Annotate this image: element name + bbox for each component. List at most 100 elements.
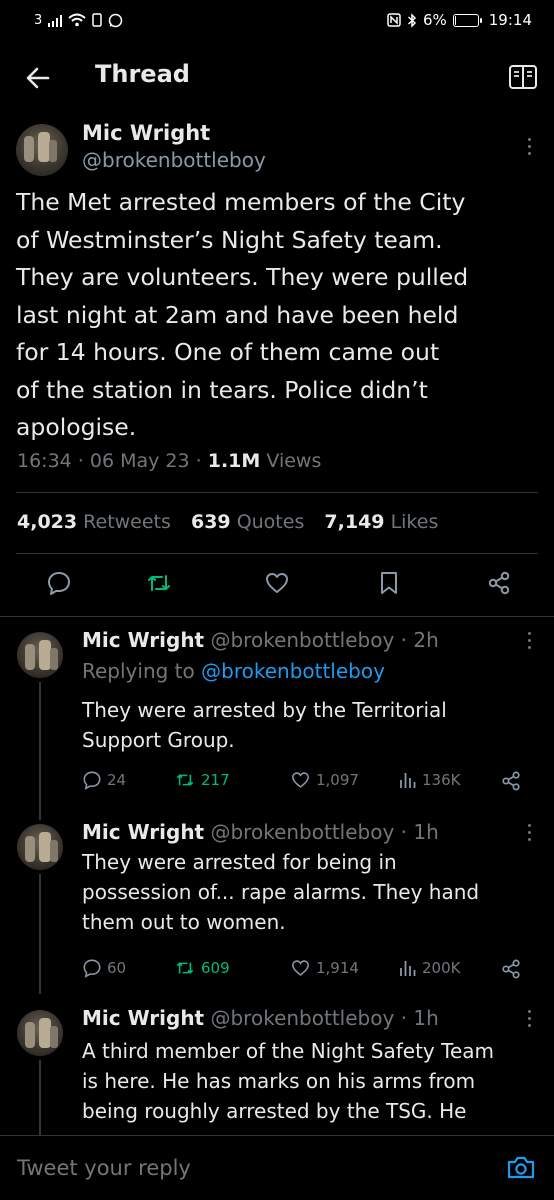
reply-text-line: is here. He has marks on his arms from <box>82 1069 476 1093</box>
quotes-count: 639 <box>190 511 231 533</box>
avatar[interactable] <box>17 824 63 870</box>
tweet-text: The Met arrested members of the City of … <box>16 184 536 447</box>
replying-to: Replying to @brokenbottleboy <box>82 659 385 683</box>
reply-text-line: They were arrested by the Territorial <box>82 698 447 722</box>
retweet-icon <box>176 962 194 974</box>
more-options-icon[interactable] <box>528 824 532 841</box>
bluetooth-icon <box>407 12 417 28</box>
retweet-action[interactable]: 217 <box>174 770 230 790</box>
replying-to-prefix: Replying to <box>82 659 195 683</box>
retweet-icon[interactable] <box>146 570 172 596</box>
whatsapp-icon <box>109 13 123 27</box>
camera-icon[interactable] <box>506 1154 536 1180</box>
status-bar: 3 6% 19:14 <box>0 0 554 40</box>
quotes-stat[interactable]: 639 Quotes <box>191 511 304 533</box>
status-bar-left: 3 <box>34 13 123 28</box>
reply-text: They were arrested by the Territorial Su… <box>82 695 532 755</box>
tweet-text-line: They are volunteers. They were pulled <box>16 263 469 291</box>
share-icon[interactable] <box>500 958 522 980</box>
reply-icon[interactable] <box>46 570 72 596</box>
thread-line <box>39 874 41 994</box>
tweet-text-line: for 14 hours. One of them came out <box>16 338 440 366</box>
reply-age: 1h <box>413 820 439 844</box>
reply-count: 60 <box>107 959 127 977</box>
page-title: Thread <box>95 60 190 88</box>
quotes-label: Quotes <box>236 511 305 533</box>
tweet-stats: 4,023 Retweets 639 Quotes 7,149 Likes <box>17 511 438 533</box>
reply-tweet[interactable]: Mic Wright @brokenbottleboy · 1h They we… <box>0 820 554 994</box>
bookmark-icon[interactable] <box>376 570 402 596</box>
retweet-count: 217 <box>201 771 230 789</box>
retweets-stat[interactable]: 4,023 Retweets <box>17 511 171 533</box>
reply-age: 1h <box>413 1006 439 1030</box>
back-arrow-icon[interactable] <box>24 64 52 92</box>
views-action[interactable]: 200K <box>399 958 460 978</box>
author-name[interactable]: Mic Wright <box>82 121 210 145</box>
sim-card-icon <box>92 13 103 27</box>
more-options-icon[interactable] <box>528 1010 532 1027</box>
reply-count: 24 <box>107 771 127 789</box>
reply-age: 2h <box>413 628 439 652</box>
reply-input[interactable]: Tweet your reply <box>17 1156 191 1180</box>
tweet-actions <box>0 570 554 600</box>
author-handle[interactable]: @brokenbottleboy <box>82 148 266 172</box>
more-options-icon[interactable] <box>528 632 532 649</box>
author-handle[interactable]: @brokenbottleboy <box>210 1006 394 1030</box>
views-count: 136K <box>422 771 461 789</box>
avatar[interactable] <box>17 632 63 678</box>
retweets-count: 4,023 <box>17 511 78 533</box>
clock: 19:14 <box>488 11 532 29</box>
views-label: Views <box>266 450 322 472</box>
author-handle[interactable]: @brokenbottleboy <box>210 820 394 844</box>
share-icon[interactable] <box>486 570 512 596</box>
views-action[interactable]: 136K <box>399 770 460 790</box>
tweet-meta: 16:34 · 06 May 23 · 1.1M Views <box>17 450 322 472</box>
divider <box>0 616 554 617</box>
like-action[interactable]: 1,097 <box>290 770 359 790</box>
author-name[interactable]: Mic Wright <box>82 820 204 844</box>
reply-header: Mic Wright @brokenbottleboy · 1h <box>82 1006 439 1030</box>
author-name[interactable]: Mic Wright <box>82 1006 204 1030</box>
signal-icon <box>48 14 63 27</box>
retweet-action[interactable]: 609 <box>174 958 230 978</box>
reply-header: Mic Wright @brokenbottleboy · 2h <box>82 628 439 652</box>
like-icon[interactable] <box>264 570 290 596</box>
author-name[interactable]: Mic Wright <box>82 628 204 652</box>
share-icon[interactable] <box>500 770 522 792</box>
nfc-icon <box>387 13 401 27</box>
views-count: 200K <box>422 959 461 977</box>
battery-level <box>454 15 456 25</box>
retweet-count: 609 <box>201 959 230 977</box>
reply-text-line: being roughly arrested by the TSG. He <box>82 1099 467 1123</box>
reply-text-line: them out to women. <box>82 910 286 934</box>
tweet-text-line: last night at 2am and have been held <box>16 300 459 329</box>
reply-action[interactable]: 60 <box>82 958 126 978</box>
reply-text: A third member of the Night Safety Team … <box>82 1036 532 1126</box>
sim-indicator: 3 <box>34 12 43 28</box>
views-count: 1.1M <box>207 450 261 472</box>
avatar[interactable] <box>17 1010 63 1056</box>
tweet-text-line: The Met arrested members of the City <box>16 188 466 216</box>
tweet-text-line: of Westminster’s Night Safety team. <box>16 225 443 254</box>
reply-icon <box>83 771 101 790</box>
battery-percent: 6% <box>422 11 447 29</box>
reader-mode-icon[interactable] <box>508 63 538 91</box>
reply-header: Mic Wright @brokenbottleboy · 1h <box>82 820 439 844</box>
tweet-text-line: of the station in tears. Police didn’t <box>16 375 428 404</box>
avatar[interactable] <box>16 124 68 176</box>
retweets-label: Retweets <box>83 511 171 533</box>
reply-action[interactable]: 24 <box>82 770 126 790</box>
reply-tweet[interactable]: Mic Wright @brokenbottleboy · 1h A third… <box>0 1006 554 1136</box>
author-handle[interactable]: @brokenbottleboy <box>210 628 394 652</box>
tweet-time: 16:34 <box>17 450 72 472</box>
views-icon <box>400 773 416 788</box>
more-options-icon[interactable] <box>528 138 532 155</box>
tweet-date: 06 May 23 <box>89 450 190 472</box>
reply-actions: 24 217 1,097 136K <box>82 770 532 794</box>
like-action[interactable]: 1,914 <box>290 958 359 978</box>
likes-label: Likes <box>390 511 439 533</box>
replying-to-link[interactable]: @brokenbottleboy <box>201 659 385 683</box>
reply-tweet[interactable]: Mic Wright @brokenbottleboy · 2h Replyin… <box>0 628 554 820</box>
likes-stat[interactable]: 7,149 Likes <box>324 511 438 533</box>
reply-icon <box>83 959 101 978</box>
